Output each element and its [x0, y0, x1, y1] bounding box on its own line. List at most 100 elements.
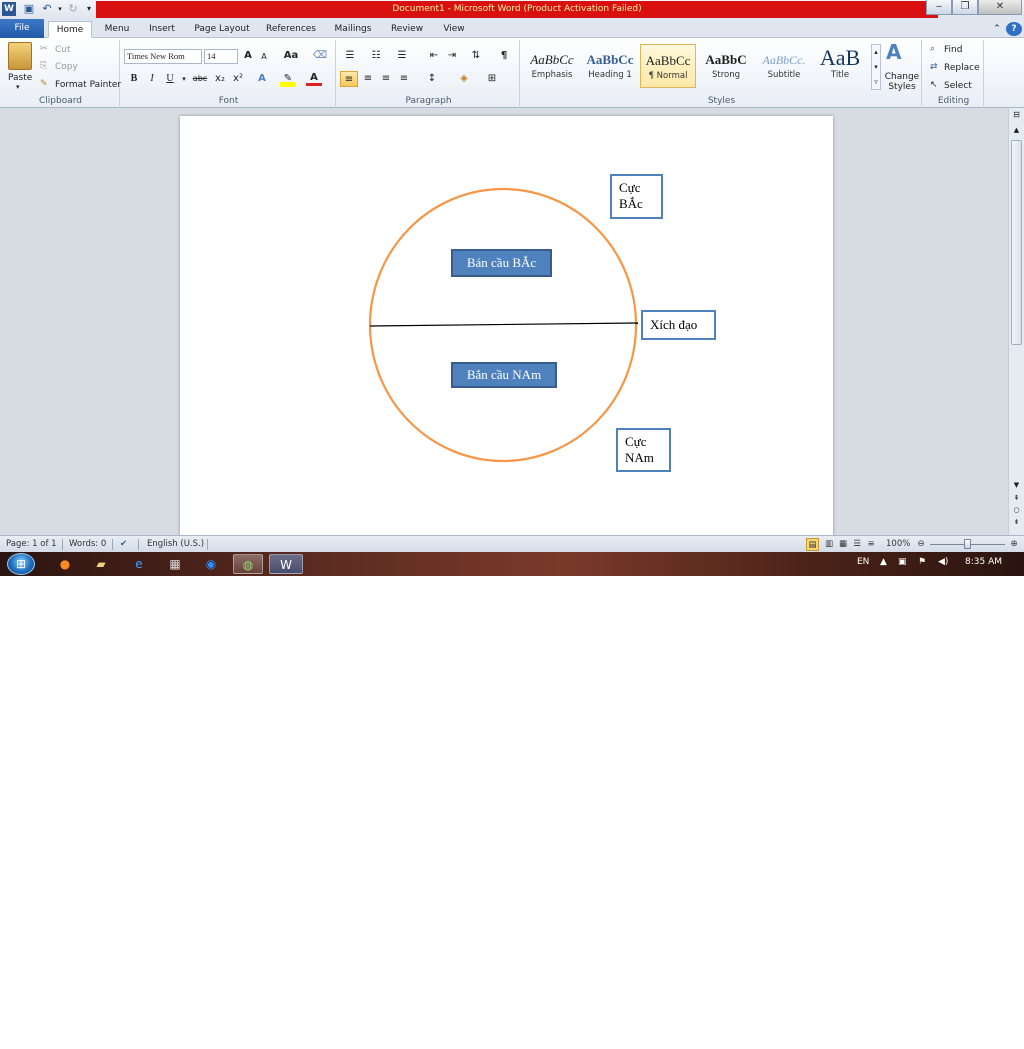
styles-scroll[interactable]: ▴ ▾ ▿: [871, 44, 881, 90]
firefox-icon[interactable]: ●: [50, 554, 80, 574]
scroll-thumb[interactable]: [1011, 140, 1022, 345]
proofing-icon[interactable]: ✔: [120, 538, 127, 551]
zoom-slider-thumb[interactable]: [964, 539, 971, 549]
format-painter-button[interactable]: Format Painter: [55, 80, 121, 90]
scroll-up-icon[interactable]: ▲: [1011, 126, 1022, 136]
change-case-button[interactable]: Aa: [280, 48, 302, 64]
bold-button[interactable]: B: [126, 71, 142, 87]
tab-insert[interactable]: Insert: [142, 21, 182, 38]
show-hidden-icons-icon[interactable]: ▲: [880, 557, 887, 567]
file-explorer-icon[interactable]: ▰: [86, 554, 116, 574]
ruler-toggle-icon[interactable]: ⊟: [1011, 110, 1022, 122]
superscript-button[interactable]: x²: [230, 71, 246, 87]
internet-explorer-icon[interactable]: e: [124, 554, 154, 574]
bullets-icon[interactable]: ☰: [342, 48, 358, 64]
increase-indent-icon[interactable]: ⇥: [444, 48, 460, 64]
restore-button[interactable]: ❐: [952, 0, 978, 15]
numbering-icon[interactable]: ☷: [368, 48, 384, 64]
tab-home[interactable]: Home: [48, 21, 92, 38]
document-page[interactable]: Bán cầu BẮc Bắn cầu NAm Cực BẮc Xích đạo…: [180, 116, 833, 535]
style-subtitle[interactable]: AaBbCc. Subtitle: [756, 44, 812, 88]
north-pole-label[interactable]: Cực BẮc: [610, 174, 663, 219]
minimize-ribbon-icon[interactable]: ⌃: [990, 21, 1004, 38]
zoom-app-icon[interactable]: ◉: [196, 554, 226, 574]
web-layout-icon[interactable]: ▦: [837, 538, 849, 551]
paste-dropdown-icon[interactable]: ▾: [16, 83, 20, 91]
action-center-flag-icon[interactable]: ⚑: [918, 557, 926, 567]
style-heading-1[interactable]: AaBbCc Heading 1: [582, 44, 638, 88]
show-formatting-button[interactable]: ¶: [496, 48, 512, 64]
minimize-button[interactable]: ‒: [926, 0, 952, 15]
tab-page-layout[interactable]: Page Layout: [190, 21, 254, 38]
customize-quick-access-icon[interactable]: ▾: [84, 2, 94, 16]
change-styles-icon[interactable]: A: [886, 40, 901, 64]
word-app-icon[interactable]: W: [2, 2, 16, 16]
scroll-down-icon[interactable]: ▼: [1011, 481, 1022, 491]
find-icon[interactable]: ⌕: [930, 44, 935, 54]
input-language[interactable]: EN: [857, 557, 869, 567]
style-normal[interactable]: AaBbCc ¶ Normal: [640, 44, 696, 88]
tab-mailings[interactable]: Mailings: [328, 21, 378, 38]
tab-file[interactable]: File: [0, 19, 44, 38]
paste-icon[interactable]: [8, 42, 32, 70]
align-center-icon[interactable]: ≡: [360, 71, 376, 87]
full-screen-reading-icon[interactable]: ▥: [823, 538, 835, 551]
volume-icon[interactable]: ◀): [938, 557, 948, 567]
network-tool-icon[interactable]: ▦: [160, 554, 190, 574]
tab-review[interactable]: Review: [386, 21, 428, 38]
decrease-indent-icon[interactable]: ⇤: [426, 48, 442, 64]
borders-icon[interactable]: ⊞: [484, 71, 500, 87]
copy-button[interactable]: Copy: [55, 62, 78, 72]
zoom-out-icon[interactable]: ⊖: [915, 538, 927, 551]
align-left-icon[interactable]: ≡: [340, 71, 358, 87]
style-emphasis[interactable]: AaBbCc Emphasis: [524, 44, 580, 88]
zoom-in-icon[interactable]: ⊕: [1008, 538, 1020, 551]
copy-icon[interactable]: ⎘: [40, 61, 47, 71]
start-button-icon[interactable]: ⊞: [7, 553, 35, 575]
style-strong[interactable]: AaBbC Strong: [698, 44, 754, 88]
page-count[interactable]: Page: 1 of 1: [6, 538, 57, 551]
close-button[interactable]: ✕: [978, 0, 1022, 15]
cut-button[interactable]: Cut: [55, 45, 71, 55]
network-icon[interactable]: ▣: [898, 557, 907, 567]
grow-font-button[interactable]: A: [240, 48, 256, 64]
sort-icon[interactable]: ⇅: [468, 48, 484, 64]
cut-icon[interactable]: ✂: [40, 44, 48, 54]
undo-dropdown-icon[interactable]: ▾: [56, 2, 64, 16]
save-icon[interactable]: ▣: [22, 2, 36, 16]
justify-icon[interactable]: ≡: [396, 71, 412, 87]
clock[interactable]: 8:35 AM: [965, 557, 1002, 567]
select-browse-object-icon[interactable]: ○: [1011, 506, 1022, 516]
word-taskbar-icon[interactable]: W: [269, 554, 303, 574]
help-icon[interactable]: ?: [1006, 22, 1022, 36]
line-spacing-icon[interactable]: ↕: [424, 71, 440, 87]
font-color-icon[interactable]: A: [306, 71, 322, 86]
shading-icon[interactable]: ◈: [456, 71, 472, 87]
font-size-combo[interactable]: 14: [204, 49, 238, 64]
style-title[interactable]: AaB Title: [812, 44, 868, 88]
tab-references[interactable]: References: [262, 21, 320, 38]
change-styles-button[interactable]: Change Styles: [884, 72, 920, 92]
northern-hemisphere-label[interactable]: Bán cầu BẮc: [451, 249, 552, 277]
multilevel-list-icon[interactable]: ☰: [394, 48, 410, 64]
highlight-color-icon[interactable]: ✎: [280, 71, 296, 87]
font-name-combo[interactable]: Times New Rom: [124, 49, 202, 64]
print-layout-view-icon[interactable]: ▤: [806, 538, 819, 551]
equator-label[interactable]: Xích đạo: [641, 310, 716, 340]
replace-button[interactable]: Replace: [944, 63, 980, 73]
language-indicator[interactable]: English (U.S.): [147, 538, 204, 551]
tab-menu[interactable]: Menu: [98, 21, 136, 38]
tab-view[interactable]: View: [436, 21, 472, 38]
align-right-icon[interactable]: ≡: [378, 71, 394, 87]
media-app-icon[interactable]: ◍: [233, 554, 263, 574]
vertical-scrollbar[interactable]: ⊟ ▲ ▼ ⇞ ○ ⇟: [1008, 108, 1024, 535]
select-button[interactable]: Select: [944, 81, 972, 91]
subscript-button[interactable]: x₂: [212, 71, 228, 87]
strikethrough-button[interactable]: abc: [190, 71, 210, 87]
text-effects-icon[interactable]: A: [254, 71, 270, 87]
paste-button[interactable]: Paste: [8, 73, 32, 83]
clear-formatting-icon[interactable]: ⌫: [312, 48, 328, 64]
equator-line[interactable]: [369, 322, 639, 327]
outline-view-icon[interactable]: ☰: [851, 538, 863, 551]
south-pole-label[interactable]: Cực NAm: [616, 428, 671, 472]
